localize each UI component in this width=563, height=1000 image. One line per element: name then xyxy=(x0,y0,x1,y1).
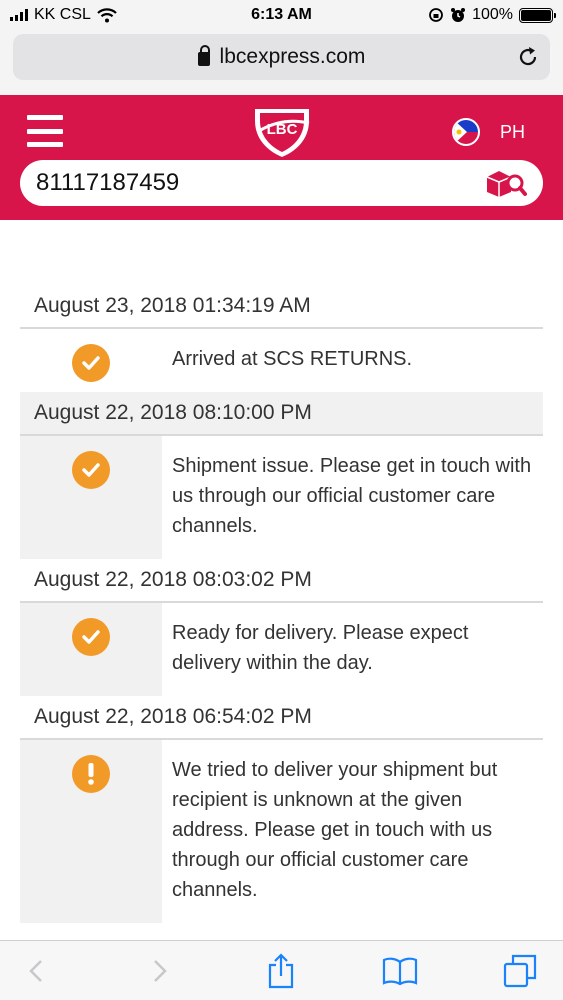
event-description: Shipment issue. Please get in touch with… xyxy=(172,455,532,537)
signal-icon xyxy=(10,9,28,21)
battery-icon xyxy=(519,7,556,23)
url-field[interactable]: lbcexpress.com xyxy=(13,34,550,80)
status-right: 100% xyxy=(428,6,556,24)
event-description: Arrived at SCS RETURNS. xyxy=(172,348,413,370)
history-date: August 22, 2018 06:54:02 PM xyxy=(20,696,543,740)
share-button[interactable] xyxy=(261,951,301,991)
history-event: We tried to deliver your shipment but re… xyxy=(20,740,543,923)
battery-percent: 100% xyxy=(472,6,513,23)
url-text: lbcexpress.com xyxy=(219,45,366,68)
chevron-right-icon xyxy=(154,960,167,982)
event-description: Ready for delivery. Please expect delive… xyxy=(172,622,469,674)
back-button[interactable] xyxy=(16,951,56,991)
history-event: Ready for delivery. Please expect delive… xyxy=(20,603,543,696)
history-event: Shipment issue. Please get in touch with… xyxy=(20,436,543,559)
check-icon xyxy=(72,618,110,656)
svg-text:LBC: LBC xyxy=(267,121,298,138)
browser-toolbar xyxy=(0,940,563,1000)
site-header: LBC PH xyxy=(0,95,563,220)
exclamation-icon xyxy=(72,755,110,793)
tracking-content: August 23, 2018 01:34:19 AM Arrived at S… xyxy=(0,220,563,940)
wifi-icon xyxy=(97,7,117,22)
carrier-name: KK CSL xyxy=(34,6,91,23)
check-icon xyxy=(72,344,110,382)
book-icon xyxy=(382,957,418,986)
lbc-logo[interactable]: LBC xyxy=(251,103,313,159)
lock-icon xyxy=(197,45,210,66)
chevron-left-icon xyxy=(29,960,42,982)
country-selector[interactable]: PH xyxy=(452,118,525,146)
event-icon-cell xyxy=(20,329,162,392)
reload-icon[interactable] xyxy=(516,45,540,69)
menu-icon[interactable] xyxy=(27,115,63,147)
event-icon-cell xyxy=(20,740,162,923)
orientation-lock-icon xyxy=(429,8,443,22)
ios-status-bar: KK CSL 6:13 AM 100% xyxy=(0,0,563,30)
history-date: August 22, 2018 08:10:00 PM xyxy=(20,392,543,436)
tracking-history: August 23, 2018 01:34:19 AM Arrived at S… xyxy=(20,285,543,923)
tabs-button[interactable] xyxy=(500,951,540,991)
browser-address-bar: lbcexpress.com xyxy=(0,30,563,95)
event-icon-cell xyxy=(20,603,162,696)
share-icon xyxy=(268,953,294,989)
tracking-search-box xyxy=(20,160,543,206)
tracking-number-input[interactable] xyxy=(36,169,466,197)
event-description: We tried to deliver your shipment but re… xyxy=(172,759,498,901)
history-event: Arrived at SCS RETURNS. xyxy=(20,329,543,392)
philippines-flag-icon xyxy=(452,118,480,146)
bookmarks-button[interactable] xyxy=(380,951,420,991)
status-left: KK CSL xyxy=(10,6,117,24)
forward-button[interactable] xyxy=(140,951,180,991)
history-date: August 22, 2018 08:03:02 PM xyxy=(20,559,543,603)
history-date: August 23, 2018 01:34:19 AM xyxy=(20,285,543,329)
country-code: PH xyxy=(500,121,526,142)
event-icon-cell xyxy=(20,436,162,559)
tabs-icon xyxy=(503,954,537,988)
check-icon xyxy=(72,451,110,489)
alarm-icon xyxy=(451,8,466,22)
track-package-icon[interactable] xyxy=(485,168,527,198)
